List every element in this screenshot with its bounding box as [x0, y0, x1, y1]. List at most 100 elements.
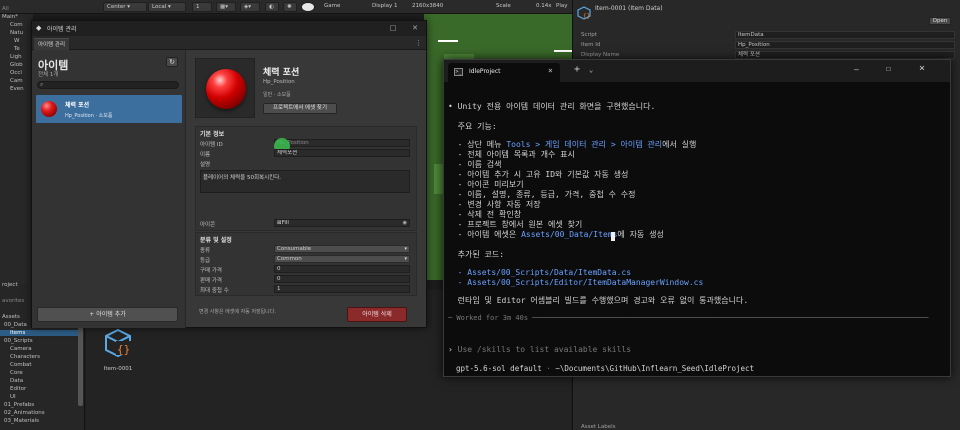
pivot-dropdown[interactable]: Center ▾ — [103, 2, 147, 12]
text-segment: - 아이템 에셋은 — [448, 230, 522, 239]
project-folder[interactable]: Camera — [10, 346, 32, 352]
project-folder[interactable]: Combat — [10, 362, 32, 368]
project-folder[interactable]: Characters — [10, 354, 40, 360]
gizmo-icon[interactable]: ◈▾ — [240, 2, 260, 12]
item-detail-name: 체력 포션 — [263, 68, 300, 78]
sell-price-field[interactable]: 0 — [274, 275, 410, 283]
terminal-tabbar[interactable]: >_ IdleProject × + ⌄ — ☐ × — [444, 60, 950, 82]
project-tab[interactable]: roject — [2, 282, 18, 288]
file-path-line: - Assets/00_Scripts/Data/ItemData.cs — [448, 268, 632, 277]
refresh-button[interactable]: ↻ — [166, 57, 178, 67]
item-description-field[interactable]: 플레이어의 체력을 50회복시킨다. — [200, 170, 410, 193]
prompt-input[interactable]: › Use /skills to list available skills — [448, 345, 631, 354]
buy-price-field[interactable]: 0 — [274, 265, 410, 273]
terminal-tab[interactable]: >_ IdleProject × — [448, 63, 560, 82]
project-folder-selected[interactable]: Items — [0, 330, 78, 336]
window-titlebar[interactable]: ◆ 아이템 관리 □ ✕ — [32, 21, 426, 36]
project-folder[interactable]: 03_Materials — [4, 418, 39, 424]
open-button[interactable]: Open — [929, 17, 951, 25]
grid-icon[interactable]: ▦▾ — [216, 2, 236, 12]
chevron-down-icon[interactable]: ⌄ — [589, 66, 593, 74]
project-folder[interactable]: Assets — [2, 314, 20, 320]
item-grade-dropdown[interactable]: Common ▾ — [274, 255, 410, 263]
resolution-dropdown[interactable]: 2160x3840 — [412, 2, 443, 11]
project-folder[interactable]: 00_Scripts — [4, 338, 33, 344]
display-dropdown[interactable]: Display 1 — [372, 2, 398, 11]
field-label: 종류 — [200, 248, 211, 254]
tab-menu-icon[interactable]: ⋮ — [415, 38, 422, 48]
hierarchy-item[interactable]: W — [14, 38, 19, 44]
hierarchy-item[interactable]: Glob — [10, 62, 23, 68]
asset-label[interactable]: Item-0001 — [100, 366, 136, 372]
item-id-field[interactable]: Hp_Position — [735, 41, 955, 49]
play-mode-dropdown[interactable]: Play — [556, 2, 567, 11]
terminal-output[interactable]: • Unity 전용 아이템 데이터 관리 화면을 구현했습니다. 주요 기능:… — [444, 82, 950, 376]
new-tab-icon[interactable]: + — [574, 65, 580, 75]
delete-item-button[interactable]: 아이템 삭제 — [347, 307, 407, 322]
output-line: - 삭제 전 확인창 — [448, 210, 522, 219]
script-field[interactable]: ItemData — [735, 31, 955, 39]
hierarchy-item[interactable]: Te — [14, 46, 20, 52]
svg-text:{}: {} — [583, 13, 590, 20]
dropdown-value: Consumable — [277, 246, 312, 252]
item-name-field[interactable]: 체력포션 — [274, 149, 410, 157]
icon-value: Fill — [281, 220, 289, 226]
output-line: - 이름 검색 — [448, 160, 502, 169]
hierarchy-item[interactable]: Ligh — [10, 54, 22, 60]
maximize-icon[interactable]: □ — [388, 23, 398, 33]
close-icon[interactable]: × — [919, 63, 925, 74]
space-dropdown[interactable]: Local ▾ — [148, 2, 186, 12]
hierarchy-search[interactable]: All — [2, 6, 9, 12]
draw-mode-icon[interactable]: ◐ — [265, 2, 279, 12]
find-asset-button[interactable]: 프로젝트에서 에셋 찾기 — [263, 103, 337, 114]
inspector-title: Item-0001 (Item Data) — [595, 5, 663, 12]
audio-icon[interactable] — [301, 2, 315, 12]
item-icon-field[interactable]: ⊠Fill ◉ — [274, 219, 410, 227]
max-stack-field[interactable]: 1 — [274, 285, 410, 293]
project-folder[interactable]: UI — [10, 394, 16, 400]
item-detail-panel: 체력 포션 Hp_Position 일반 · 소모품 프로젝트에서 에셋 찾기 … — [187, 50, 426, 328]
item-id-field[interactable]: Hp_Position — [274, 139, 410, 147]
lighting-icon[interactable]: ✺ — [283, 2, 297, 12]
search-icon: ⌕ — [40, 81, 44, 88]
close-icon[interactable]: ✕ — [410, 23, 420, 33]
working-directory: ~\Documents\GitHub\Inflearn_Seed\IdlePro… — [555, 364, 755, 373]
close-tab-icon[interactable]: × — [548, 66, 553, 75]
text-segment: 에서 실행 — [662, 140, 697, 149]
hierarchy-item[interactable]: Occl — [10, 70, 22, 76]
scriptable-object-icon[interactable]: {} — [104, 328, 132, 358]
field-label: 판매 가격 — [200, 278, 222, 284]
item-list-row[interactable]: 체력 포션 Hp_Position · 소모품 — [36, 95, 182, 123]
window-title: 아이템 관리 — [47, 26, 77, 33]
scale-value: 0.14x — [536, 3, 552, 9]
maximize-icon[interactable]: ☐ — [886, 64, 891, 73]
model-name: gpt-5.6-sol default — [456, 364, 542, 373]
hierarchy-item[interactable]: Natu — [10, 30, 23, 36]
output-line: - 프로젝트 창에서 원본 에셋 찾기 — [448, 220, 583, 229]
hierarchy-item[interactable]: Cam — [10, 78, 23, 84]
project-folder[interactable]: 01_Prefabs — [4, 402, 34, 408]
hierarchy-item[interactable]: Main* — [2, 14, 18, 20]
item-search-input[interactable]: ⌕ — [37, 81, 179, 89]
prompt-symbol: › — [448, 345, 453, 354]
output-line: - 상단 메뉴 Tools > 게임 데이터 관리 > 아이템 관리에서 실행 — [448, 140, 697, 150]
game-tab[interactable]: Game — [324, 2, 340, 11]
autosave-hint: 변경 사항은 에셋에 자동 저장됩니다. — [199, 309, 276, 315]
project-folder[interactable]: 02_Animations — [4, 410, 45, 416]
field-label: 아이콘 — [200, 222, 216, 228]
tab-item-manager[interactable]: 아이템 관리 — [34, 38, 70, 50]
dropdown-value: Common — [277, 256, 302, 262]
project-folder[interactable]: 00_Data — [4, 322, 27, 328]
project-folder[interactable]: Data — [10, 378, 23, 384]
project-folder[interactable]: Core — [10, 370, 23, 376]
snap-field[interactable]: 1 — [192, 2, 212, 12]
hierarchy-item[interactable]: Even — [10, 86, 24, 92]
project-folder[interactable]: Editor — [10, 386, 26, 392]
object-picker-icon[interactable]: ◉ — [403, 220, 407, 226]
display-name-field[interactable]: 체력 포션 — [735, 51, 955, 59]
minimize-icon[interactable]: — — [854, 65, 859, 74]
add-item-button[interactable]: + 아이템 추가 — [37, 307, 178, 322]
text-cursor — [611, 232, 615, 241]
hierarchy-item[interactable]: Com — [10, 22, 23, 28]
item-type-dropdown[interactable]: Consumable ▾ — [274, 245, 410, 253]
